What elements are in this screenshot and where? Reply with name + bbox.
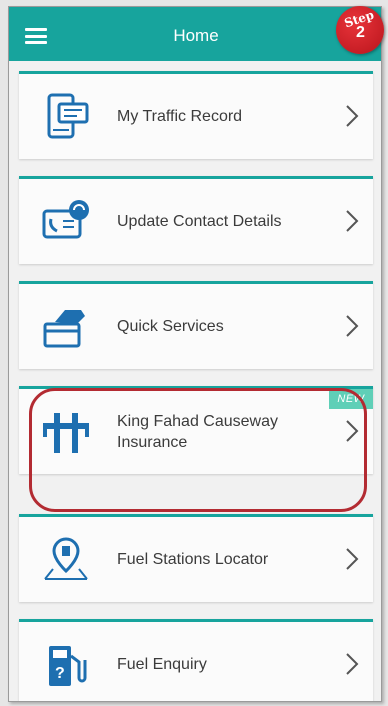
menu-item-label: Quick Services [117, 318, 224, 335]
chevron-right-icon [345, 314, 359, 338]
menu-item-label: King Fahad Causeway Insurance [117, 412, 278, 451]
menu-item-update-contact[interactable]: Update Contact Details [19, 176, 373, 264]
contact-card-icon [41, 197, 91, 247]
chevron-right-icon [345, 209, 359, 233]
causeway-icon [41, 407, 91, 457]
chevron-right-icon [345, 104, 359, 128]
menu-item-label: My Traffic Record [117, 108, 243, 125]
app-header: Home [9, 7, 381, 61]
menu-item-quick-services[interactable]: Quick Services [19, 281, 373, 369]
menu-item-label: Update Contact Details [117, 213, 282, 230]
phone-record-icon [41, 92, 91, 142]
card-hand-icon [41, 302, 91, 352]
page-title: Home [173, 26, 219, 45]
step-number: 2 [356, 24, 365, 41]
fuel-pump-icon: ? [41, 640, 91, 690]
menu-item-label: Fuel Enquiry [117, 656, 207, 673]
new-badge: NEW [329, 389, 373, 409]
chevron-right-icon [345, 652, 359, 676]
menu-item-fuel-stations[interactable]: Fuel Stations Locator [19, 514, 373, 602]
menu-item-causeway-insurance[interactable]: NEW King Fahad Causeway Insurance [19, 386, 373, 474]
location-pin-icon [41, 535, 91, 585]
step-badge: Step 2 [336, 6, 384, 54]
svg-text:?: ? [55, 665, 65, 682]
menu-item-label: Fuel Stations Locator [117, 551, 269, 568]
chevron-right-icon [345, 547, 359, 571]
chevron-right-icon [345, 419, 359, 443]
menu-item-fuel-enquiry[interactable]: ? Fuel Enquiry [19, 619, 373, 701]
phone-frame: Home My Traffic Record Update Contact De… [8, 6, 382, 702]
menu-item-traffic-record[interactable]: My Traffic Record [19, 71, 373, 159]
